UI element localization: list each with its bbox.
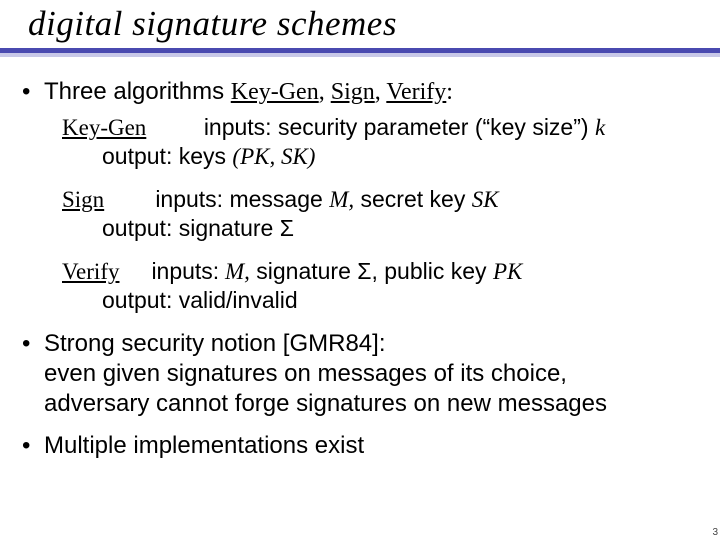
b1-c1: , <box>319 79 331 105</box>
sign-block: Sign inputs: message M, secret key SK ou… <box>62 185 702 243</box>
keygen-indesc: security parameter (“key size”) <box>272 114 595 140</box>
keygen-name: Key-Gen <box>62 115 146 140</box>
b2-l2: even given signatures on messages of its… <box>44 359 607 389</box>
verify-line2: output: valid/invalid <box>62 286 702 315</box>
sign-line1: Sign inputs: message M, secret key SK <box>62 185 702 214</box>
b1-keygen: Key-Gen <box>231 79 319 105</box>
sign-indesc1: message <box>223 186 329 212</box>
verify-inlabel: inputs: <box>151 258 219 284</box>
bullet-1-text: Three algorithms Key-Gen, Sign, Verify: <box>44 77 453 107</box>
bullet-dot: • <box>22 431 44 461</box>
keygen-line2: output: keys (PK, SK) <box>62 142 702 171</box>
verify-line1: Verify inputs: M, signature Σ, public ke… <box>62 257 702 286</box>
keygen-line1: Key-Gen inputs: security parameter (“key… <box>62 113 702 142</box>
b1-sign: Sign <box>331 79 375 105</box>
keygen-inlabel: inputs: <box>204 114 272 140</box>
slide-content: • Three algorithms Key-Gen, Sign, Verify… <box>0 57 720 461</box>
sign-name: Sign <box>62 187 104 212</box>
verify-PK: PK <box>493 259 522 284</box>
bullet-3: • Multiple implementations exist <box>22 431 702 461</box>
verify-M: M, <box>219 259 250 284</box>
sign-indesc2: secret key <box>354 186 472 212</box>
verify-outdesc: valid/invalid <box>172 287 297 313</box>
bullet-2: • Strong security notion [GMR84]: even g… <box>22 329 702 419</box>
sign-outdesc: signature Σ <box>172 215 294 241</box>
b1-pre: Three algorithms <box>44 78 231 105</box>
verify-name: Verify <box>62 259 119 284</box>
keygen-outdesc2: (PK, SK) <box>232 144 315 169</box>
bullet-3-text: Multiple implementations exist <box>44 431 364 461</box>
sign-inlabel: inputs: <box>155 186 223 212</box>
sign-SK: SK <box>472 187 499 212</box>
keygen-k: k <box>595 115 605 140</box>
keygen-outlabel: output: <box>102 143 172 169</box>
bullet-dot: • <box>22 77 44 107</box>
verify-indesc1: signature Σ, public key <box>250 258 493 284</box>
sign-line2: output: signature Σ <box>62 214 702 243</box>
bullet-dot: • <box>22 329 44 359</box>
b1-post: : <box>446 79 453 105</box>
keygen-outdesc1: keys <box>172 143 232 169</box>
sign-M: M, <box>329 187 354 212</box>
b2-l3: adversary cannot forge signatures on new… <box>44 389 607 419</box>
verify-outlabel: output: <box>102 287 172 313</box>
b1-verify: Verify <box>386 79 446 105</box>
slide-title: digital signature schemes <box>18 0 702 46</box>
verify-block: Verify inputs: M, signature Σ, public ke… <box>62 257 702 315</box>
sign-outlabel: output: <box>102 215 172 241</box>
keygen-block: Key-Gen inputs: security parameter (“key… <box>62 113 702 171</box>
bullet-2-text: Strong security notion [GMR84]: even giv… <box>44 329 607 419</box>
page-number: 3 <box>712 527 718 538</box>
b1-c2: , <box>375 79 387 105</box>
b2-l1: Strong security notion [GMR84]: <box>44 329 607 359</box>
bullet-1: • Three algorithms Key-Gen, Sign, Verify… <box>22 77 702 107</box>
